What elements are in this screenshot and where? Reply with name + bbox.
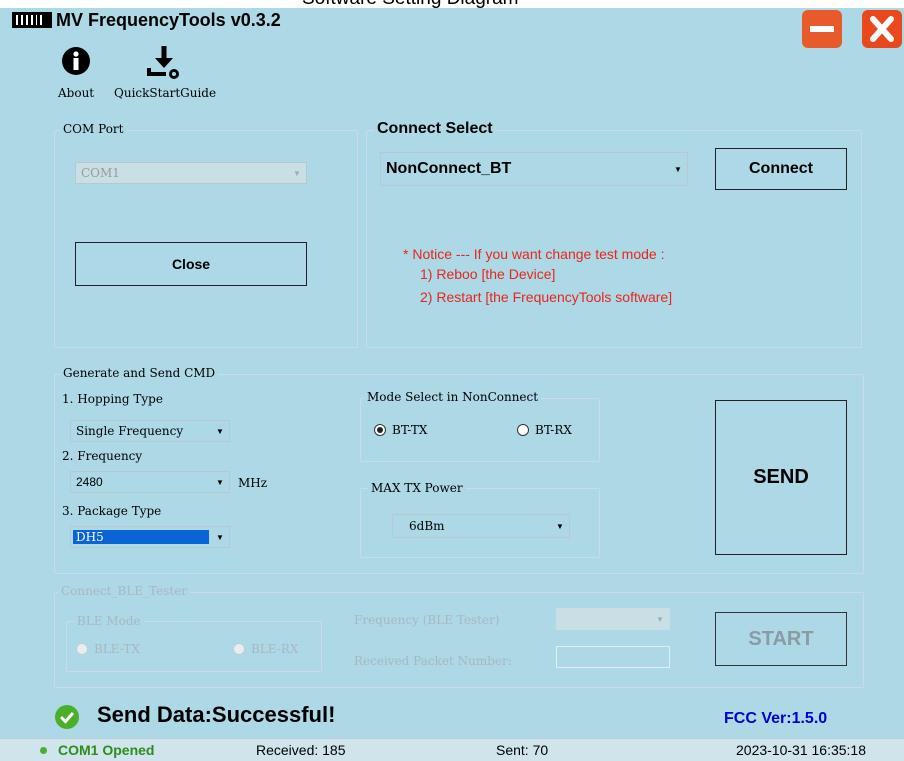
close-port-button[interactable]: Close: [75, 242, 307, 286]
packet-number-label: Received Packet Number:: [354, 654, 512, 668]
minus-icon: [810, 26, 834, 32]
chevron-down-icon: ▼: [674, 164, 682, 174]
send-label: SEND: [753, 466, 809, 488]
frequency-label: 2. Frequency: [62, 449, 143, 463]
info-icon: [62, 47, 90, 75]
mode-select-group-label: Mode Select in NonConnect: [364, 390, 542, 404]
close-window-button[interactable]: [862, 10, 902, 48]
chevron-down-icon: ▼: [656, 614, 664, 624]
connect-mode-select[interactable]: NonConnect_BT ▼: [380, 152, 688, 186]
notice-line-3: 2) Restart [the FrequencyTools software]: [420, 289, 673, 305]
minimize-button[interactable]: [802, 10, 842, 48]
quick-start-label: QuickStartGuide: [114, 86, 217, 100]
bt-tx-radio[interactable]: BT-TX: [374, 423, 427, 437]
tx-power-value: 6dBm: [409, 519, 445, 533]
frequency-value: 2480: [76, 475, 103, 489]
caption-overlay: Software Setting Diagram: [0, 0, 904, 8]
bt-tx-label: BT-TX: [392, 423, 428, 437]
status-message: Send Data:Successful!: [97, 702, 336, 727]
radio-checked-icon: [374, 424, 386, 436]
radio-unchecked-icon: [233, 643, 245, 655]
quick-start-guide-button[interactable]: QuickStartGuide: [114, 44, 232, 104]
generate-group-label: Generate and Send CMD: [60, 366, 219, 380]
ble-rx-label: BLE-RX: [251, 642, 299, 656]
ble-mode-group-label: BLE Mode: [74, 614, 144, 628]
bt-rx-radio[interactable]: BT-RX: [517, 423, 572, 437]
start-button[interactable]: START: [715, 612, 847, 666]
window-title: MV FrequencyTools v0.3.2: [56, 10, 281, 30]
connect-select-group-label: Connect Select: [374, 120, 496, 138]
send-button[interactable]: SEND: [715, 400, 847, 555]
close-port-label: Close: [171, 256, 211, 272]
chevron-down-icon: ▼: [216, 477, 224, 487]
received-count: Received: 185: [256, 742, 346, 758]
ble-rx-radio[interactable]: BLE-RX: [233, 642, 298, 656]
chevron-down-icon: ▼: [216, 532, 224, 542]
ble-tx-label: BLE-TX: [94, 642, 140, 656]
packet-number-field[interactable]: [556, 646, 670, 668]
frequency-unit: MHz: [238, 476, 268, 490]
success-check-icon: [55, 705, 79, 729]
ble-frequency-label: Frequency (BLE Tester): [354, 613, 500, 627]
com-status-dot-icon: [40, 747, 47, 754]
tx-power-select[interactable]: 6dBm ▼: [392, 514, 570, 538]
chevron-down-icon: ▼: [293, 168, 301, 178]
chevron-down-icon: ▼: [556, 521, 564, 531]
fcc-version: FCC Ver:1.5.0: [724, 710, 828, 727]
hopping-type-label: 1. Hopping Type: [62, 392, 163, 406]
package-type-select[interactable]: DH5 ▼: [70, 526, 230, 548]
close-icon: [870, 16, 894, 42]
max-tx-power-group-label: MAX TX Power: [368, 481, 466, 495]
com-port-value: COM1: [81, 166, 120, 180]
ble-frequency-select[interactable]: ▼: [556, 608, 670, 630]
about-label: About: [58, 86, 95, 100]
download-gear-icon: [147, 46, 179, 79]
status-bar: COM1 Opened Received: 185 Sent: 70 2023-…: [0, 738, 904, 761]
hopping-type-select[interactable]: Single Frequency ▼: [70, 420, 230, 442]
com-port-select[interactable]: COM1 ▼: [75, 162, 307, 184]
connect-mode-value: NonConnect_BT: [386, 160, 512, 177]
start-label: START: [748, 627, 814, 650]
package-type-value: DH5: [73, 530, 209, 544]
bt-rx-label: BT-RX: [535, 423, 572, 437]
connect-button[interactable]: Connect: [715, 148, 847, 190]
frequency-select[interactable]: 2480 ▼: [70, 471, 230, 493]
datetime: 2023-10-31 16:35:18: [736, 742, 866, 758]
ble-tester-group-label: Connect_BLE_Tester: [58, 584, 191, 598]
radio-unchecked-icon: [76, 643, 88, 655]
ble-tx-radio[interactable]: BLE-TX: [76, 642, 140, 656]
radio-unchecked-icon: [517, 424, 529, 436]
about-button[interactable]: About: [56, 46, 102, 104]
com-status: COM1 Opened: [58, 742, 155, 758]
notice-line-1: * Notice --- If you want change test mod…: [403, 246, 665, 262]
chevron-down-icon: ▼: [216, 426, 224, 436]
com-port-group-label: COM Port: [60, 122, 127, 136]
package-type-label: 3. Package Type: [62, 504, 162, 518]
connect-label: Connect: [749, 160, 813, 177]
app-icon: [12, 12, 52, 28]
sent-count: Sent: 70: [496, 742, 549, 758]
notice-line-2: 1) Reboo [the Device]: [420, 266, 556, 282]
hopping-type-value: Single Frequency: [76, 424, 184, 438]
